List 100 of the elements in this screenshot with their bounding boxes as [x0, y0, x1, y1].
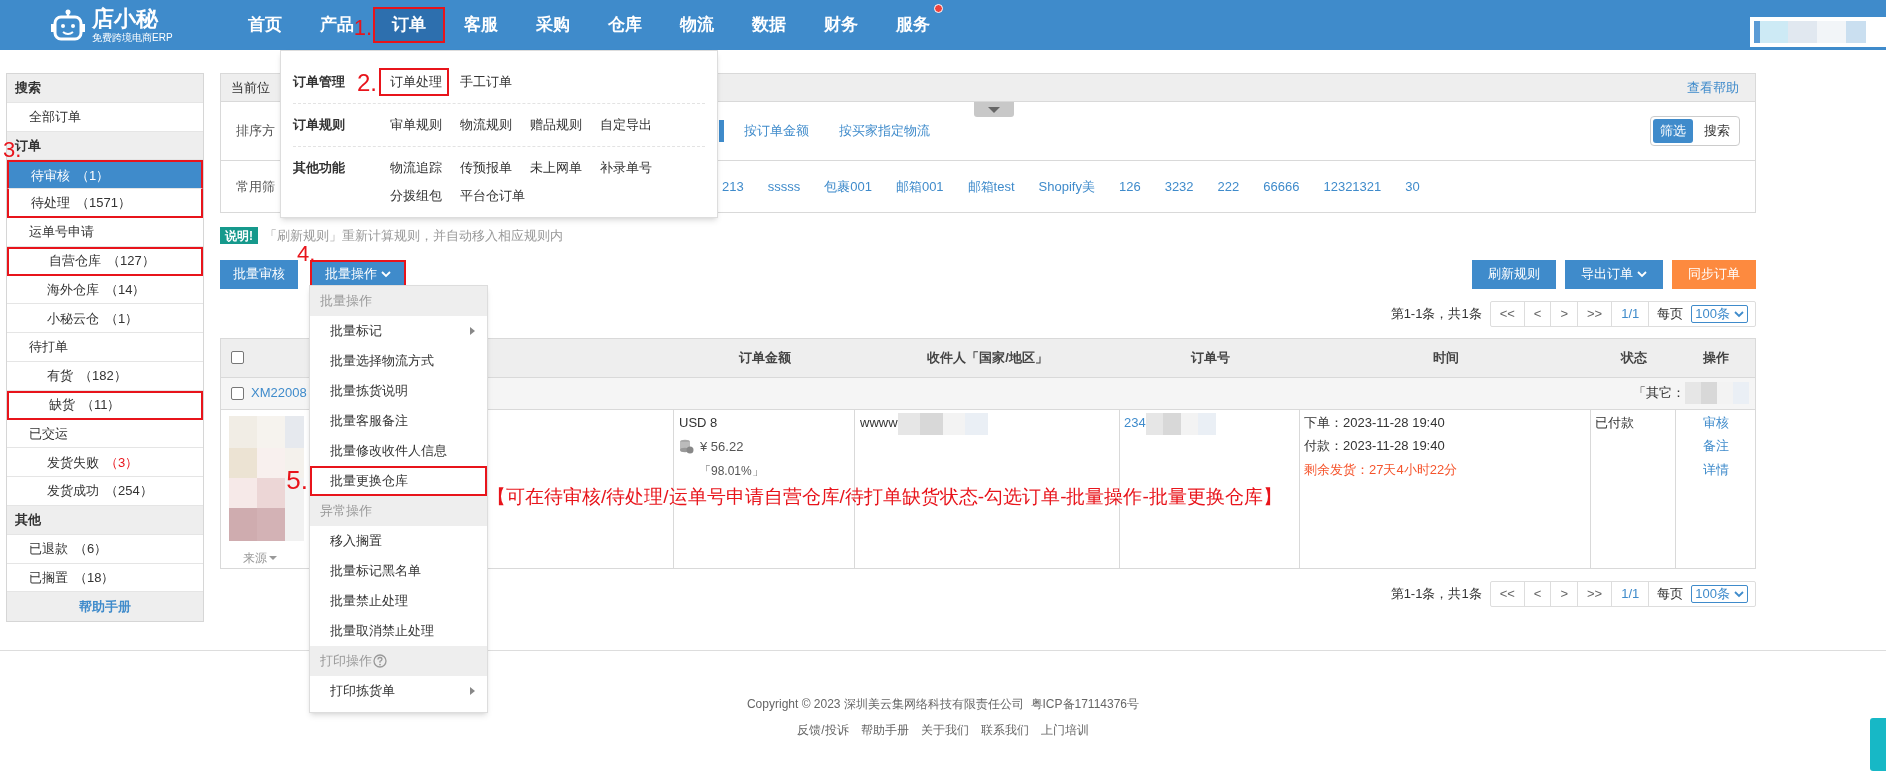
sidebar-item[interactable]: 发货成功 （254） — [7, 477, 203, 506]
menu-item[interactable]: 分拨组包 — [379, 182, 449, 210]
page-button[interactable]: << — [1490, 581, 1525, 606]
sidebar-item[interactable]: 运单号申请 — [7, 218, 203, 247]
help-link[interactable]: 查看帮助 — [1687, 77, 1739, 98]
menu-item[interactable]: 平台仓订单 — [449, 182, 531, 210]
menu-item[interactable]: 审单规则 — [379, 111, 449, 139]
quick-filter[interactable]: 12321321 — [1323, 176, 1382, 197]
sidebar-item[interactable]: 缺货 （11） — [7, 390, 203, 420]
menu-item[interactable]: 传预报单 — [449, 154, 519, 182]
collapse-tab[interactable] — [974, 102, 1014, 117]
sort-option[interactable]: 按订单金额 — [744, 121, 809, 141]
menu-item[interactable]: 批量标记 — [310, 316, 487, 346]
page-button[interactable]: > — [1551, 581, 1579, 606]
action-link[interactable]: 详情 — [1702, 459, 1729, 479]
step-number: 1. — [353, 17, 372, 39]
sidebar-item[interactable]: 已退款 （6） — [7, 534, 203, 564]
per-page-select[interactable]: 100条 — [1691, 304, 1748, 323]
nav-tab[interactable]: 采购 — [536, 7, 570, 43]
nav-tab[interactable]: 产品 — [320, 7, 354, 43]
menu-item[interactable]: 批量更换仓库 — [310, 466, 487, 496]
page-number[interactable]: 1/1 — [1612, 301, 1650, 326]
sort-option[interactable]: 按买家指定物流 — [839, 121, 930, 141]
page-button[interactable]: > — [1551, 301, 1579, 326]
menu-item[interactable]: 物流规则 — [449, 111, 519, 139]
menu-item[interactable]: 手工订单 — [449, 68, 519, 96]
quick-filter[interactable]: Shopify美 — [1038, 176, 1095, 197]
order-id-link[interactable]: XM22008 — [251, 383, 307, 403]
page-number[interactable]: 1/1 — [1612, 581, 1650, 606]
quick-filter[interactable]: 包裹001 — [824, 176, 872, 197]
page-button[interactable]: < — [1524, 581, 1552, 606]
menu-item[interactable]: 订单处理 — [379, 68, 449, 96]
footer-link[interactable]: 联系我们 — [980, 721, 1029, 739]
menu-item[interactable]: 打印拣货单 — [310, 676, 487, 706]
quick-filter[interactable]: 邮箱001 — [895, 176, 944, 197]
menu-item[interactable]: 批量修改收件人信息 — [310, 436, 487, 466]
nav-tab[interactable]: 服务 — [896, 7, 930, 43]
quick-filter[interactable]: 66666 — [1263, 176, 1300, 197]
sidebar-item[interactable]: 待打单 — [7, 333, 203, 362]
nav-tab[interactable]: 仓库 — [608, 7, 642, 43]
sidebar-item[interactable]: 有货 （182） — [7, 361, 203, 391]
menu-section-heading: 批量操作 — [320, 292, 372, 311]
menu-item[interactable]: 未上网单 — [519, 154, 589, 182]
sidebar-item[interactable]: 自营仓库 （127） — [7, 246, 203, 276]
page-button[interactable]: >> — [1578, 301, 1613, 326]
chevron-down-icon — [381, 270, 391, 278]
quick-filter[interactable]: 3232 — [1164, 176, 1194, 197]
menu-item[interactable]: 批量拣货说明 — [310, 376, 487, 406]
quick-filter[interactable]: 126 — [1118, 176, 1141, 197]
robot-logo-icon — [50, 9, 86, 41]
triangle-right-icon — [470, 327, 475, 335]
account-box[interactable] — [1750, 17, 1886, 47]
menu-item[interactable]: 移入搁置 — [310, 526, 487, 556]
footer-link[interactable]: 反馈/投诉 — [797, 721, 849, 739]
quick-filter[interactable]: 30 — [1405, 176, 1420, 197]
quick-filter[interactable]: 213 — [722, 176, 744, 197]
page-button[interactable]: << — [1490, 301, 1525, 326]
menu-item[interactable]: 批量选择物流方式 — [310, 346, 487, 376]
footer-link[interactable]: 帮助手册 — [860, 721, 909, 739]
dropdown-button[interactable]: 导出订单 — [1565, 259, 1663, 289]
action-link[interactable]: 备注 — [1702, 436, 1729, 456]
sidebar-item[interactable]: 待处理 （1571） — [7, 189, 203, 218]
menu-item[interactable]: 赠品规则 — [519, 111, 589, 139]
sidebar-item[interactable]: 小秘云仓 （1） — [7, 304, 203, 334]
nav-tab[interactable]: 物流 — [680, 7, 714, 43]
page-button[interactable]: < — [1524, 301, 1552, 326]
checkbox[interactable] — [231, 386, 244, 400]
action-link[interactable]: 审核 — [1702, 412, 1729, 432]
quick-filter[interactable]: 222 — [1217, 176, 1240, 197]
menu-item[interactable]: 批量取消禁止处理 — [310, 616, 487, 646]
menu-item[interactable]: 物流追踪 — [379, 154, 449, 182]
page-button[interactable]: >> — [1578, 581, 1613, 606]
per-page-select[interactable]: 100条 — [1691, 584, 1748, 603]
sidebar-item[interactable]: 海外仓库 （14） — [7, 275, 203, 305]
quick-filter[interactable]: 邮箱test — [967, 176, 1015, 197]
nav-tab[interactable]: 财务 — [824, 7, 858, 43]
menu-item[interactable]: 批量禁止处理 — [310, 586, 487, 616]
footer-link[interactable]: 关于我们 — [920, 721, 969, 739]
sidebar-item[interactable]: 发货失败 （3） — [7, 448, 203, 478]
nav-tab[interactable]: 客服 — [464, 7, 498, 43]
sidebar-item[interactable]: 待审核 （1） — [7, 160, 203, 190]
order-number-link[interactable]: 234 — [1124, 412, 1146, 432]
nav-tab[interactable]: 首页 — [248, 7, 282, 43]
annotation-text: 【可在待审核/待处理/运单号申请自营仓库/待打单缺货状态-勾选订单-批量操作-批量更换仓库】 — [487, 487, 1282, 506]
sidebar-item[interactable]: 已交运 — [7, 419, 203, 449]
menu-item[interactable]: 批量客服备注 — [310, 406, 487, 436]
toggle-option[interactable]: 搜索 — [1697, 119, 1737, 143]
footer-link[interactable]: 上门培训 — [1040, 721, 1089, 739]
menu-item[interactable]: 批量标记黑名单 — [310, 556, 487, 586]
nav-tab[interactable]: 数据 — [752, 7, 786, 43]
menu-item[interactable]: 补录单号 — [589, 154, 659, 182]
menu-item[interactable]: 自定导出 — [589, 111, 659, 139]
help-icon[interactable] — [373, 654, 387, 668]
quick-filter[interactable]: sssss — [767, 176, 801, 197]
button[interactable]: 刷新规则 — [1472, 259, 1556, 289]
button[interactable]: 批量审核 — [220, 259, 298, 289]
checkbox[interactable] — [231, 351, 244, 364]
toggle-option[interactable]: 筛选 — [1653, 119, 1693, 143]
nav-tab[interactable]: 订单 — [373, 7, 445, 43]
sidebar-item[interactable]: 全部订单 — [7, 102, 203, 132]
